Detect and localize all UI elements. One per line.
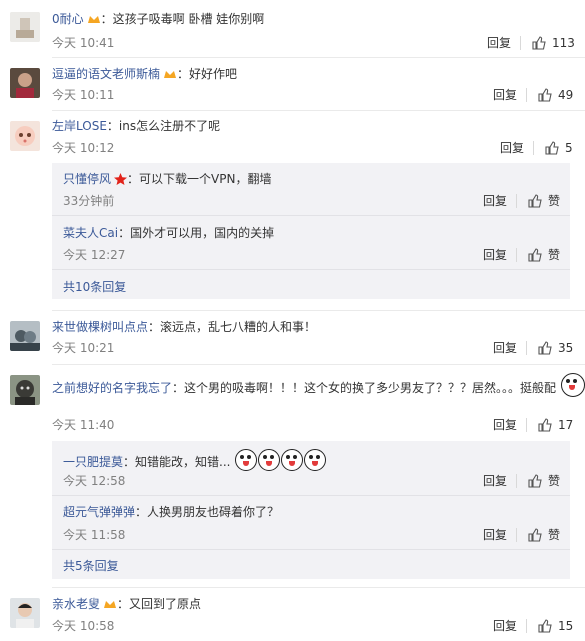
comment-username[interactable]: 0耐心	[52, 12, 84, 26]
comment-time: 今天 10:21	[52, 341, 115, 355]
like-count: 49	[558, 88, 574, 102]
reply-button[interactable]: 回复	[493, 618, 517, 634]
comment-time: 今天 11:40	[52, 418, 115, 432]
star-badge-icon	[114, 173, 128, 189]
reply-time: 今天 12:27	[63, 248, 126, 262]
comment-item: 0耐心 ：这孩子吸毒啊 卧槽 娃你别啊 今天 10:41 回复 113	[0, 0, 585, 58]
avatar[interactable]	[10, 375, 40, 405]
thumbs-up-icon	[545, 141, 559, 155]
like-button[interactable]: 赞	[528, 473, 560, 489]
like-button[interactable]: 赞	[528, 527, 560, 543]
reply-time: 33分钟前	[63, 194, 115, 208]
thumbs-up-icon	[538, 619, 552, 633]
emoji-icon	[560, 373, 585, 397]
like-button[interactable]: 15	[538, 618, 573, 634]
comment-text: ：又回到了原点	[117, 597, 202, 611]
reply-text: ：可以下载一个VPN，翻墙	[127, 172, 272, 186]
emoji-icon	[258, 449, 281, 471]
reply-text: ：人换男朋友也碍着你了？	[135, 505, 280, 519]
like-button[interactable]: 17	[538, 417, 573, 433]
avatar[interactable]	[10, 12, 40, 42]
thumbs-up-icon	[528, 248, 542, 262]
thumbs-up-icon	[528, 474, 542, 488]
reply-list: 一只肥提莫：知错能改，知错... 今天 12:58 回复 赞 超元气弹弹弹：人换…	[52, 441, 570, 579]
reply-username[interactable]: 超元气弹弹弹	[63, 505, 135, 519]
like-count: 15	[558, 619, 574, 633]
comment-text: ：这个男的吸毒啊！！！这个女的换了多少男友了？？？居然。。。挺般配	[172, 381, 557, 395]
thumbs-up-icon	[528, 194, 542, 208]
comment-time: 今天 10:12	[52, 141, 115, 155]
comment-username[interactable]: 亲水老叟	[52, 597, 100, 611]
comment-text: ：这孩子吸毒啊 卧槽 娃你别啊	[100, 12, 265, 26]
like-count: 35	[558, 341, 574, 355]
reply-button[interactable]: 回复	[493, 340, 517, 356]
reply-button[interactable]: 回复	[493, 417, 517, 433]
comment-username[interactable]: 逗逼的语文老师斯楠	[52, 67, 160, 81]
thumbs-up-icon	[538, 418, 552, 432]
comment-text: ：好好作吧	[177, 67, 238, 81]
reply-time: 今天 12:58	[63, 474, 126, 488]
vip-badge-icon	[163, 68, 177, 84]
comment-username[interactable]: 左岸LOSE	[52, 119, 107, 133]
like-button[interactable]: 赞	[528, 247, 560, 263]
praise-label: 赞	[548, 248, 561, 262]
praise-label: 赞	[548, 474, 561, 488]
like-count: 17	[558, 418, 574, 432]
vip-badge-icon	[103, 598, 117, 614]
praise-label: 赞	[548, 528, 561, 542]
view-more-replies-link[interactable]: 共10条回复	[63, 279, 126, 295]
like-button[interactable]: 35	[538, 340, 573, 356]
thumbs-up-icon	[538, 341, 552, 355]
comment-time: 今天 10:58	[52, 619, 115, 633]
avatar[interactable]	[10, 321, 40, 351]
reply-button[interactable]: 回复	[493, 87, 517, 103]
comment-item: 之前想好的名字我忘了：这个男的吸毒啊！！！这个女的换了多少男友了？？？居然。。。…	[0, 365, 585, 588]
avatar[interactable]	[10, 68, 40, 98]
like-count: 113	[552, 36, 575, 50]
reply-button[interactable]: 回复	[483, 247, 507, 263]
thumbs-up-icon	[532, 36, 546, 50]
vip-badge-icon	[87, 13, 101, 29]
comment-item: 亲水老叟 ：又回到了原点 今天 10:58 回复 15	[0, 588, 585, 641]
reply-username[interactable]: 菜夫人Cai	[63, 226, 118, 240]
reply-time: 今天 11:58	[63, 528, 126, 542]
reply-button[interactable]: 回复	[483, 193, 507, 209]
reply-username[interactable]: 只懂停风	[63, 172, 111, 186]
avatar[interactable]	[10, 598, 40, 628]
reply-text: ：国外才可以用，国内的关掉	[118, 226, 275, 240]
comment-item: 逗逼的语文老师斯楠 ：好好作吧 今天 10:11 回复 49	[0, 58, 585, 111]
comment-item: 来世做棵树叫点点：滚远点，乱七八糟的人和事！ 今天 10:21 回复 35	[0, 311, 585, 365]
thumbs-up-icon	[528, 528, 542, 542]
view-more-replies-link[interactable]: 共5条回复	[63, 558, 119, 574]
reply-button[interactable]: 回复	[500, 140, 524, 156]
avatar[interactable]	[10, 121, 40, 151]
emoji-icon	[281, 449, 304, 471]
emoji-icon	[304, 449, 327, 471]
reply-username[interactable]: 一只肥提莫	[63, 455, 123, 469]
comment-time: 今天 10:11	[52, 88, 115, 102]
comment-text: ：ins怎么注册不了呢	[106, 119, 221, 133]
reply-list: 只懂停风 ：可以下载一个VPN，翻墙 33分钟前 回复 赞 菜夫人Cai：国外才可…	[52, 163, 570, 299]
like-count: 5	[565, 141, 573, 155]
like-button[interactable]: 113	[532, 35, 575, 51]
comment-username[interactable]: 之前想好的名字我忘了	[52, 381, 172, 395]
reply-button[interactable]: 回复	[487, 35, 511, 51]
like-button[interactable]: 赞	[528, 193, 560, 209]
comment-time: 今天 10:41	[52, 36, 115, 50]
like-button[interactable]: 5	[545, 140, 573, 156]
like-button[interactable]: 49	[538, 87, 573, 103]
reply-text: ：知错能改，知错...	[123, 455, 231, 469]
praise-label: 赞	[548, 194, 561, 208]
comment-text: ：滚远点，乱七八糟的人和事！	[148, 320, 317, 334]
comment-username[interactable]: 来世做棵树叫点点	[52, 320, 148, 334]
comment-item: 左岸LOSE：ins怎么注册不了呢 今天 10:12 回复 5 只懂停风 ：可以下…	[0, 111, 585, 311]
reply-button[interactable]: 回复	[483, 527, 507, 543]
thumbs-up-icon	[538, 88, 552, 102]
reply-button[interactable]: 回复	[483, 473, 507, 489]
emoji-icon	[235, 449, 258, 471]
